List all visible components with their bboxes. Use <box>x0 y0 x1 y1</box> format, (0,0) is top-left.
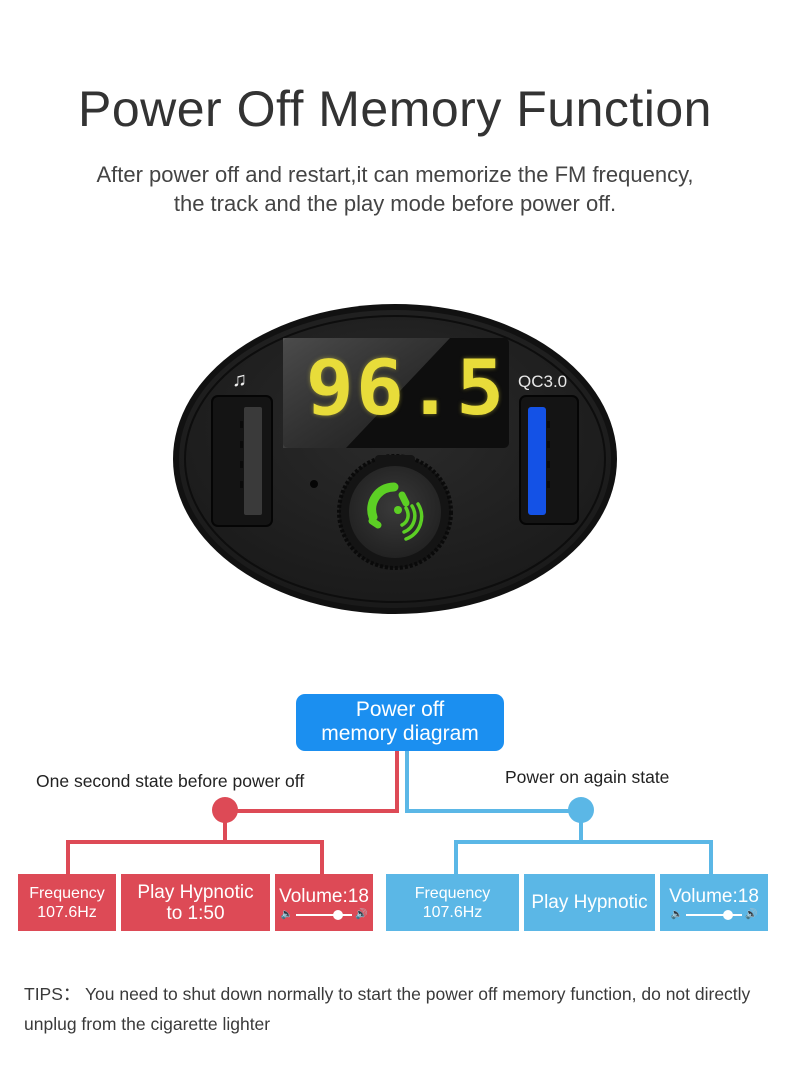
after-frequency-box: Frequency 107.6Hz <box>386 874 519 931</box>
speaker-high-icon: 🔊 <box>745 908 758 920</box>
after-volume-box: Volume:18 🔈 🔊 <box>660 874 768 931</box>
before-volume-box: Volume:18 🔈 🔊 <box>275 874 373 931</box>
before-volume-label: Volume:18 <box>279 885 369 907</box>
before-frequency-box: Frequency 107.6Hz <box>18 874 116 931</box>
after-frequency-label: Frequency <box>414 884 491 902</box>
speaker-low-icon: 🔈 <box>280 908 293 920</box>
after-state-label: Power on again state <box>505 767 670 787</box>
before-track-position: to 1:50 <box>166 902 225 924</box>
before-track-box: Play Hypnotic to 1:50 <box>121 874 270 931</box>
before-frequency-value: 107.6Hz <box>37 903 97 921</box>
speaker-low-icon: 🔈 <box>670 908 683 920</box>
after-volume-slider: 🔈 🔊 <box>670 908 758 920</box>
volume-track <box>296 909 352 920</box>
volume-knob <box>333 909 343 920</box>
before-track-title: Play Hypnotic <box>137 881 254 903</box>
after-state-node <box>568 797 594 823</box>
tips-text: TIPS： You need to shut down normally to … <box>24 984 751 1034</box>
speaker-high-icon: 🔊 <box>355 908 368 920</box>
after-frequency-value: 107.6Hz <box>422 903 483 921</box>
after-volume-label: Volume:18 <box>669 885 759 907</box>
before-frequency-label: Frequency <box>29 884 105 902</box>
diagram-title-line-2: memory diagram <box>321 722 479 745</box>
after-track-box: Play Hypnotic <box>524 874 655 931</box>
before-state-label: One second state before power off <box>36 771 305 791</box>
before-state-node <box>212 797 238 823</box>
before-volume-slider: 🔈 🔊 <box>280 908 368 920</box>
diagram-title-box: Power off memory diagram <box>296 694 504 751</box>
after-track-title: Play Hypnotic <box>531 892 648 913</box>
volume-knob <box>723 909 733 920</box>
diagram-title-line-1: Power off <box>355 698 445 721</box>
memory-diagram: Power off memory diagram One second stat… <box>0 0 790 1082</box>
volume-track <box>686 909 742 920</box>
